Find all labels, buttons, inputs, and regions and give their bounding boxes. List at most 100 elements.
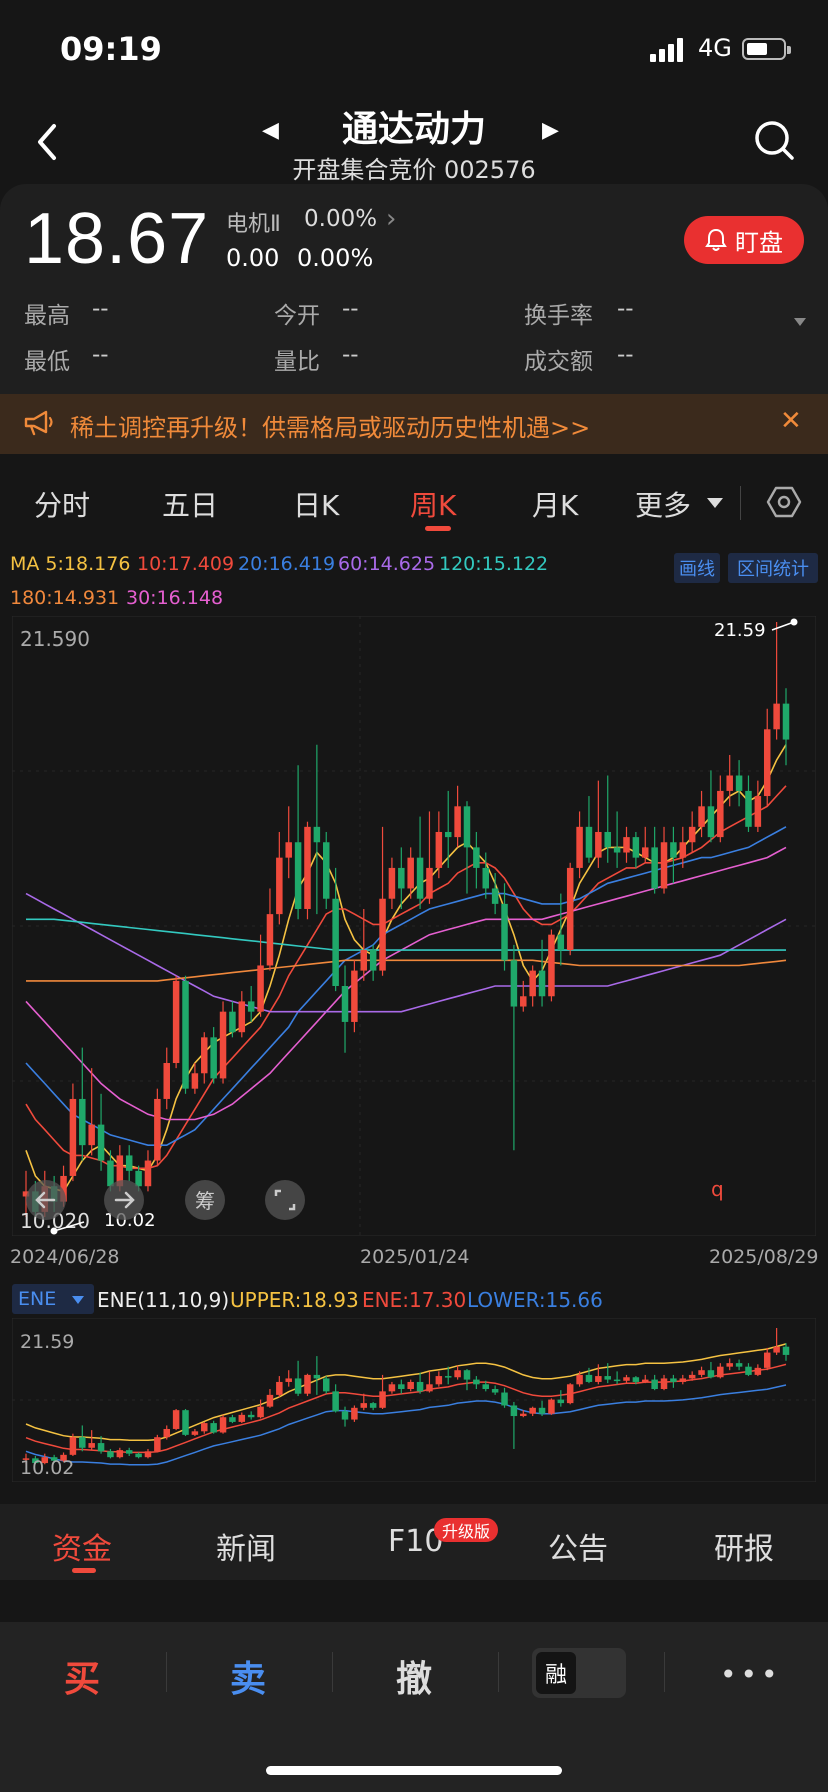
candle-body <box>520 1413 527 1417</box>
indicator-select-label[interactable]: ENE <box>18 1288 56 1310</box>
stat-turnover-label: 换手率 <box>524 303 593 329</box>
tab-research[interactable]: 研报 <box>714 1524 774 1568</box>
tab-fund[interactable]: 资金 <box>52 1524 112 1568</box>
chevron-down-icon[interactable] <box>72 1296 84 1304</box>
sector-change[interactable]: 0.00% <box>304 206 377 232</box>
bell-icon <box>705 228 727 251</box>
tab-monthly-k[interactable]: 月K <box>532 484 578 524</box>
network-type: 4G <box>698 34 732 62</box>
ma10-label: 10:17.409 <box>137 553 235 575</box>
price-change-pct: 0.00% <box>297 244 374 272</box>
fullscreen-icon[interactable] <box>265 1180 305 1220</box>
candle-body <box>463 1370 471 1380</box>
kline-chart[interactable]: 21.590 10.020 21.59 10.02 筹 q <box>12 616 816 1236</box>
candle-body <box>332 898 339 986</box>
more-options-icon[interactable]: ••• <box>720 1658 782 1691</box>
ma5-label: MA 5:18.176 <box>10 553 131 575</box>
candle-body <box>548 1399 555 1414</box>
candle-body <box>642 847 649 858</box>
candle-body <box>322 1378 330 1392</box>
draw-line-button[interactable]: 画线 <box>674 553 720 583</box>
tab-daily-k[interactable]: 日K <box>293 484 339 524</box>
candle-body <box>69 1098 77 1176</box>
tab-five-day[interactable]: 五日 <box>162 484 218 524</box>
buy-button[interactable]: 买 <box>64 1650 100 1702</box>
candle-body <box>238 1414 246 1422</box>
candle-body <box>229 1011 236 1033</box>
close-icon[interactable]: ✕ <box>780 406 802 436</box>
candle-body <box>379 1391 386 1408</box>
cancel-order-button[interactable]: 撤 <box>396 1650 432 1702</box>
candle-body <box>773 1346 780 1353</box>
search-icon[interactable] <box>752 118 796 162</box>
tab-intraday[interactable]: 分时 <box>34 484 90 524</box>
candle-body <box>257 965 264 1012</box>
candle-body <box>163 1428 170 1438</box>
candle-body <box>651 1379 658 1390</box>
stat-high-value: -- <box>92 296 109 322</box>
candle-body <box>613 1379 621 1382</box>
tab-news[interactable]: 新闻 <box>216 1524 276 1568</box>
candle-body <box>660 842 668 889</box>
candle-body <box>698 806 705 827</box>
candle-body <box>266 914 274 966</box>
candle-body <box>79 1098 86 1146</box>
watch-button[interactable]: 盯盘 <box>684 216 804 264</box>
chevron-right-icon[interactable]: › <box>386 204 396 234</box>
expand-caret-icon[interactable] <box>794 318 806 326</box>
chevron-down-icon[interactable] <box>707 498 723 508</box>
banner-text[interactable]: 稀土调控再升级！供需格局或驱动历史性机遇>> <box>70 408 590 443</box>
watch-button-label: 盯盘 <box>735 228 783 257</box>
margin-toggle-label[interactable]: 融 <box>536 1652 576 1694</box>
stock-name: 通达动力 <box>341 109 486 150</box>
candle-body <box>491 888 499 904</box>
ene-chart[interactable]: 21.59 10.02 <box>12 1318 816 1482</box>
candle-body <box>707 806 715 838</box>
date-start: 2024/06/28 <box>10 1246 120 1268</box>
candle-body <box>707 1370 715 1378</box>
candle-body <box>454 1370 461 1378</box>
ene-mid: ENE:17.30 <box>362 1288 467 1312</box>
candle-body <box>754 796 762 827</box>
candle-body <box>501 903 508 961</box>
candle-body <box>698 1370 705 1375</box>
tab-more[interactable]: 更多 <box>635 484 691 524</box>
candle-body <box>782 703 790 740</box>
candle-body <box>229 1417 236 1422</box>
candle-body <box>285 1378 292 1382</box>
tab-weekly-k[interactable]: 周K <box>410 484 456 524</box>
settings-hexagon-icon[interactable] <box>766 484 802 520</box>
candle-body <box>97 1124 105 1161</box>
candle-body <box>670 1378 677 1382</box>
scroll-right-icon[interactable] <box>104 1180 144 1220</box>
candle-body <box>623 1377 630 1381</box>
candle-body <box>304 826 311 909</box>
candle-body <box>632 837 640 858</box>
signal-icon <box>650 38 683 62</box>
chip-distribution-button[interactable]: 筹 <box>185 1180 225 1220</box>
sell-button[interactable]: 卖 <box>230 1650 266 1702</box>
ene-lower: LOWER:15.66 <box>467 1288 603 1312</box>
candle-body <box>416 1381 424 1392</box>
tab-announcements[interactable]: 公告 <box>548 1524 608 1568</box>
megaphone-icon <box>24 410 53 436</box>
next-stock-arrow-icon[interactable]: ▶ <box>542 118 559 143</box>
candle-body <box>379 898 386 971</box>
ma20-label: 20:16.419 <box>238 553 336 575</box>
candle-body <box>557 934 565 951</box>
ma30-label: 30:16.148 <box>126 587 224 609</box>
candle-body <box>360 1403 368 1408</box>
scroll-left-icon[interactable] <box>26 1180 66 1220</box>
candle-body <box>782 1346 790 1355</box>
candle-body <box>688 1374 696 1379</box>
range-stats-button[interactable]: 区间统计 <box>728 553 818 583</box>
candle-body <box>566 867 574 951</box>
candle-body <box>388 1384 396 1392</box>
candle-body <box>182 980 189 1089</box>
candle-body <box>463 806 471 848</box>
candle-body <box>623 837 630 853</box>
candle-body <box>313 826 321 843</box>
date-middle: 2025/01/24 <box>360 1246 470 1268</box>
sector-name[interactable]: 电机Ⅱ <box>226 206 281 238</box>
candle-body <box>482 867 490 889</box>
